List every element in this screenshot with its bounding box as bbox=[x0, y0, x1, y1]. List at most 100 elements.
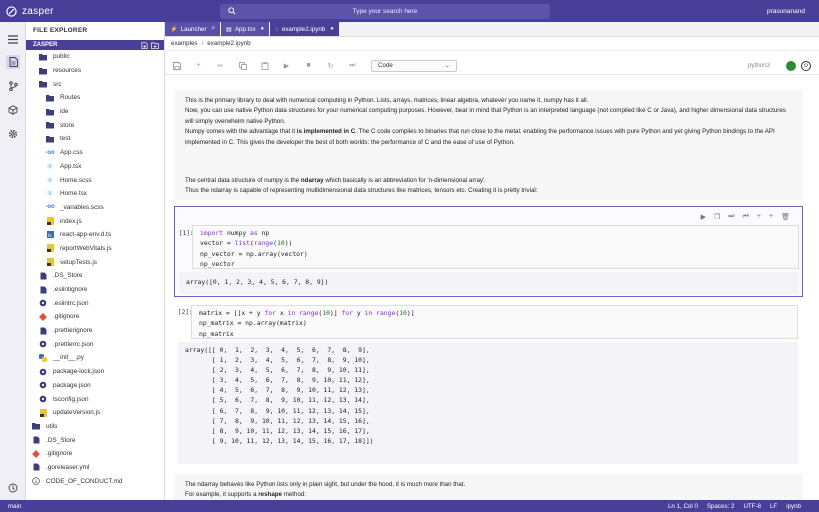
code-cell[interactable]: [2]: matrix = [[x + y for x in range(10)… bbox=[174, 304, 803, 466]
tree-file[interactable]: reportWebVitals.js bbox=[26, 242, 164, 256]
run-all-icon[interactable]: ⏭ bbox=[347, 60, 358, 71]
tree-item-label: utils bbox=[46, 422, 58, 430]
tree-file[interactable]: updateVersion.js bbox=[26, 406, 164, 420]
output-line: [ 3, 4, 5, 6, 7, 8, 9, 10, 11, 12], bbox=[185, 376, 370, 385]
tree-folder[interactable]: resources bbox=[26, 64, 164, 78]
extensions-icon[interactable] bbox=[6, 103, 20, 117]
help-icon[interactable] bbox=[6, 481, 20, 495]
cell-type-value: Code bbox=[378, 62, 393, 69]
tree-file[interactable]: .eslintignore bbox=[26, 283, 164, 297]
new-folder-icon[interactable] bbox=[151, 42, 159, 49]
tree-folder[interactable]: public bbox=[26, 50, 164, 64]
tree-file[interactable]: .DS_Store bbox=[26, 433, 164, 447]
paragraph: The ndarray behaves like Python lists on… bbox=[185, 481, 466, 488]
tree-folder[interactable]: test bbox=[26, 132, 164, 146]
markdown-cell[interactable]: The ndarray behaves like Python lists on… bbox=[174, 474, 803, 500]
tree-file[interactable]: -oo _variables.scss bbox=[26, 201, 164, 215]
tree-file[interactable]: ⚛ Home.scss bbox=[26, 173, 164, 187]
markdown-cell[interactable]: This is the primary library to deal with… bbox=[174, 90, 803, 168]
git-branch-icon[interactable] bbox=[6, 79, 20, 93]
tree-file[interactable]: ⚛ App.tsx bbox=[26, 160, 164, 174]
git-branch[interactable]: main bbox=[8, 503, 21, 510]
search-icon bbox=[228, 6, 236, 15]
tree-file[interactable]: index.js bbox=[26, 214, 164, 228]
cut-icon[interactable]: ✂ bbox=[215, 60, 226, 71]
add-below-icon[interactable]: + bbox=[769, 213, 773, 221]
unsaved-dot-icon[interactable]: ● bbox=[330, 26, 334, 32]
tree-file[interactable]: .prettierrc.json bbox=[26, 337, 164, 351]
tree-file[interactable]: .goreleaser.yml bbox=[26, 461, 164, 475]
folder-icon bbox=[46, 108, 54, 116]
save-icon[interactable] bbox=[171, 60, 182, 71]
unsaved-dot-icon[interactable]: ● bbox=[261, 26, 265, 32]
tree-folder[interactable]: utils bbox=[26, 420, 164, 434]
restart-icon[interactable]: ↻ bbox=[325, 60, 336, 71]
kernel-power-icon[interactable]: ⏻ bbox=[801, 60, 811, 71]
kernel-name[interactable]: python3 bbox=[748, 62, 770, 69]
tree-folder[interactable]: store bbox=[26, 118, 164, 132]
user-name[interactable]: prasunanand bbox=[767, 8, 819, 15]
tree-file[interactable]: -oo App.css bbox=[26, 146, 164, 160]
app-logo[interactable]: zasper bbox=[0, 6, 220, 17]
tree-file[interactable]: .prettierignore bbox=[26, 324, 164, 338]
tree-folder[interactable]: ide bbox=[26, 105, 164, 119]
tree-file[interactable]: .gitignore bbox=[26, 310, 164, 324]
tree-file[interactable]: .gitignore bbox=[26, 447, 164, 461]
breadcrumb-folder[interactable]: examples bbox=[171, 40, 197, 47]
settings-icon[interactable] bbox=[6, 127, 20, 141]
tree-file[interactable]: package.json bbox=[26, 379, 164, 393]
tree-file[interactable]: setupTests.js bbox=[26, 255, 164, 269]
cursor-position[interactable]: Ln 1, Col 0 bbox=[668, 503, 698, 510]
language-mode[interactable]: ipynb bbox=[786, 503, 801, 510]
add-above-icon[interactable]: + bbox=[757, 213, 761, 221]
tab-example2[interactable]: ◌ example2.ipynb ● bbox=[270, 22, 339, 36]
folder-icon bbox=[39, 80, 47, 88]
menu-icon[interactable] bbox=[6, 32, 20, 46]
explorer-root[interactable]: ZASPER bbox=[26, 40, 164, 50]
copy-icon[interactable] bbox=[237, 60, 248, 71]
tree-folder[interactable]: src bbox=[26, 77, 164, 91]
encoding[interactable]: UTF-8 bbox=[743, 503, 761, 510]
new-file-icon[interactable] bbox=[141, 41, 148, 49]
app-name: zasper bbox=[22, 5, 54, 17]
run-above-icon[interactable]: ⏮ bbox=[743, 213, 749, 221]
copy-cell-icon[interactable]: ❐ bbox=[714, 213, 720, 221]
files-icon[interactable] bbox=[6, 55, 20, 69]
tree-folder[interactable]: Routes bbox=[26, 91, 164, 105]
paragraph: For example, it supports a reshape metho… bbox=[185, 491, 307, 499]
tab-launcher[interactable]: ⚡ Launcher × bbox=[165, 22, 221, 36]
stop-icon[interactable]: ■ bbox=[303, 60, 314, 71]
tree-file[interactable]: ts react-app-env.d.ts bbox=[26, 228, 164, 242]
delete-cell-icon[interactable]: 🗑 bbox=[781, 213, 790, 221]
explorer-title: FILE EXPLORER bbox=[33, 27, 88, 34]
zasper-logo-icon bbox=[6, 5, 17, 17]
run-below-icon[interactable]: ⏭ bbox=[728, 213, 734, 221]
code-editor[interactable]: import numpy as np vector = list(range(1… bbox=[192, 225, 799, 269]
breadcrumb-file[interactable]: example2.ipynb bbox=[207, 40, 250, 47]
tree-file[interactable]: ⚛ Home.tsx bbox=[26, 187, 164, 201]
paragraph: Numpy comes with the advantage that it i… bbox=[185, 128, 775, 146]
run-icon[interactable]: ▶ bbox=[281, 60, 292, 71]
chevron-down-icon: ⌄ bbox=[444, 62, 450, 69]
cell-toolbar: ▶ ❐ ⏭ ⏮ + + 🗑 bbox=[701, 213, 790, 221]
indentation[interactable]: Spaces: 2 bbox=[707, 503, 735, 510]
tree-file[interactable]: __init__.py bbox=[26, 351, 164, 365]
tree-file[interactable]: tsconfig.json bbox=[26, 392, 164, 406]
tree-file[interactable]: package-lock.json bbox=[26, 365, 164, 379]
folder-icon bbox=[32, 422, 40, 430]
tree-file[interactable]: CODE_OF_CONDUCT.md bbox=[26, 474, 164, 488]
search-bar[interactable]: Type your search here bbox=[220, 3, 550, 19]
markdown-cell[interactable]: The central data structure of numpy is t… bbox=[174, 170, 803, 200]
close-icon[interactable]: × bbox=[212, 26, 216, 32]
run-cell-icon[interactable]: ▶ bbox=[701, 213, 706, 221]
cell-type-select[interactable]: Code ⌄ bbox=[371, 59, 457, 72]
code-editor[interactable]: matrix = [[x + y for x in range(10)] for… bbox=[191, 305, 798, 339]
code-cell-selected[interactable]: ▶ ❐ ⏭ ⏮ + + 🗑 [1]: import numpy as np ve… bbox=[174, 206, 803, 297]
line-ending[interactable]: LF bbox=[770, 503, 777, 510]
tab-app-tsx[interactable]: ▤ App.tsx ● bbox=[221, 22, 270, 36]
add-cell-icon[interactable]: + bbox=[193, 60, 204, 71]
tree-file[interactable]: .DS_Store bbox=[26, 269, 164, 283]
tree-file[interactable]: .eslintrc.json bbox=[26, 296, 164, 310]
js-file-icon bbox=[46, 258, 54, 267]
paste-icon[interactable] bbox=[259, 60, 270, 71]
